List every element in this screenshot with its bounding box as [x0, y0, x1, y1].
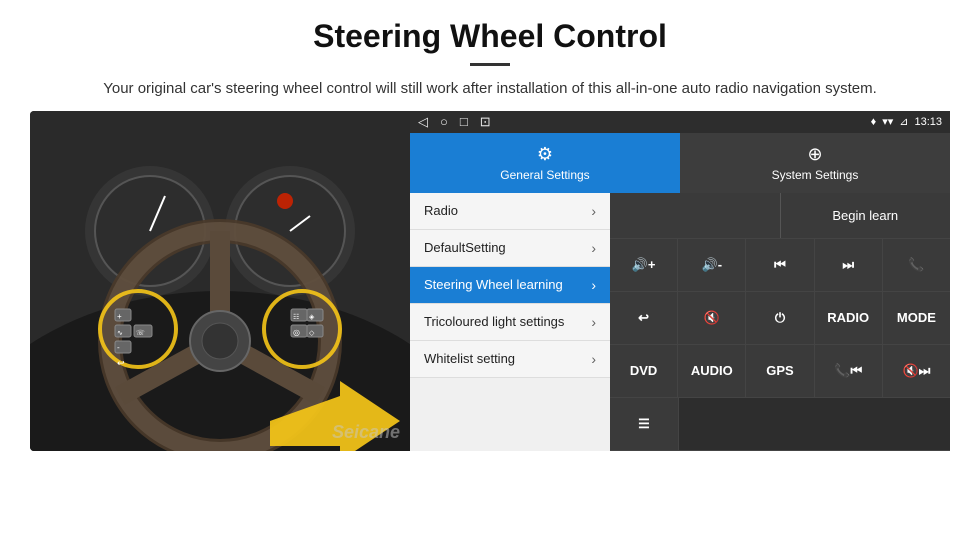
chevron-icon: ›: [591, 240, 596, 256]
prev-track-icon: ⏮: [774, 257, 786, 273]
gps-button[interactable]: GPS: [746, 345, 814, 397]
phone-icon: 📞: [908, 257, 924, 273]
page-subtitle: Your original car's steering wheel contr…: [40, 78, 940, 101]
menu-item-tricoloured-label: Tricoloured light settings: [424, 314, 564, 329]
menu-item-whitelist[interactable]: Whitelist setting ›: [410, 341, 610, 378]
menu-item-tricoloured[interactable]: Tricoloured light settings ›: [410, 304, 610, 341]
system-settings-icon: ⊕: [807, 144, 822, 165]
phone-prev-button[interactable]: 📞⏮: [815, 345, 883, 397]
vol-down-button[interactable]: 🔊-: [678, 239, 746, 291]
radio-button[interactable]: RADIO: [815, 292, 883, 344]
content-area: + ∿ - ↩ ☏ ☷ ◎ ◈ ◇ Seicane: [0, 111, 980, 451]
radio-label: RADIO: [827, 310, 869, 325]
controls-row-1: 🔊+ 🔊- ⏮ ⏭ 📞: [610, 239, 950, 292]
signal-icon: ▾▾: [882, 115, 893, 128]
menu-item-whitelist-label: Whitelist setting: [424, 351, 515, 366]
android-status-bar: ◁ ○ □ ⊡ ♦ ▾▾ ⊿ 13:13: [410, 111, 950, 133]
audio-button[interactable]: AUDIO: [678, 345, 746, 397]
menu-button[interactable]: ☰: [610, 398, 679, 450]
end-call-icon: ↩: [638, 310, 649, 326]
chevron-icon: ›: [591, 277, 596, 293]
menu-item-radio[interactable]: Radio ›: [410, 193, 610, 230]
nav-back-icon[interactable]: ◁: [418, 114, 428, 130]
phone-button[interactable]: 📞: [883, 239, 950, 291]
chevron-icon: ›: [591, 314, 596, 330]
watermark: Seicane: [332, 422, 400, 443]
empty-1: [679, 398, 950, 450]
time-display: 13:13: [914, 116, 942, 128]
menu-item-default-setting[interactable]: DefaultSetting ›: [410, 230, 610, 267]
mute-next-button[interactable]: 🔇⏭: [883, 345, 950, 397]
prev-track-button[interactable]: ⏮: [746, 239, 814, 291]
svg-text:☷: ☷: [293, 314, 299, 321]
blank-area: [610, 193, 781, 238]
vol-down-icon: 🔊-: [702, 257, 723, 273]
tab-general[interactable]: ⚙ General Settings: [410, 133, 680, 193]
controls-row-3: DVD AUDIO GPS 📞⏮ 🔇⏭: [610, 345, 950, 398]
gps-label: GPS: [766, 363, 793, 378]
status-nav: ◁ ○ □ ⊡: [418, 114, 491, 130]
svg-text:∿: ∿: [117, 330, 123, 337]
svg-text:◎: ◎: [293, 328, 300, 337]
mode-button[interactable]: MODE: [883, 292, 950, 344]
begin-learn-button[interactable]: Begin learn: [781, 193, 951, 238]
controls-row-4: ☰: [610, 398, 950, 451]
page-title: Steering Wheel Control: [40, 18, 940, 55]
phone-prev-icon: 📞⏮: [834, 363, 862, 379]
end-call-button[interactable]: ↩: [610, 292, 678, 344]
location-icon: ♦: [871, 116, 877, 128]
mute-icon: 🔇: [704, 310, 720, 326]
left-menu: Radio › DefaultSetting › Steering Wheel …: [410, 193, 610, 451]
wifi-icon: ⊿: [899, 115, 908, 128]
controls-row-2: ↩ 🔇 ⏻ RADIO MODE: [610, 292, 950, 345]
dvd-button[interactable]: DVD: [610, 345, 678, 397]
svg-text:☏: ☏: [136, 329, 145, 337]
menu-icon: ☰: [638, 416, 650, 432]
next-track-icon: ⏭: [842, 257, 854, 273]
power-icon: ⏻: [775, 310, 785, 326]
settings-tabs: ⚙ General Settings ⊕ System Settings: [410, 133, 950, 193]
menu-controls-area: Radio › DefaultSetting › Steering Wheel …: [410, 193, 950, 451]
chevron-icon: ›: [591, 351, 596, 367]
vol-up-icon: 🔊+: [632, 257, 656, 273]
next-track-button[interactable]: ⏭: [815, 239, 883, 291]
svg-text:+: +: [117, 312, 122, 321]
nav-menu-icon[interactable]: ⊡: [480, 114, 491, 130]
tab-system[interactable]: ⊕ System Settings: [680, 133, 950, 193]
vol-up-button[interactable]: 🔊+: [610, 239, 678, 291]
svg-text:-: -: [117, 343, 120, 352]
page-header: Steering Wheel Control Your original car…: [0, 0, 980, 111]
title-divider: [470, 63, 510, 66]
controls-grid: 🔊+ 🔊- ⏮ ⏭ 📞: [610, 239, 950, 451]
audio-label: AUDIO: [691, 363, 733, 378]
dvd-label: DVD: [630, 363, 657, 378]
mute-button[interactable]: 🔇: [678, 292, 746, 344]
svg-text:◈: ◈: [309, 314, 315, 321]
svg-text:↩: ↩: [117, 358, 125, 368]
nav-square-icon[interactable]: □: [460, 114, 468, 129]
mute-next-icon: 🔇⏭: [902, 363, 930, 379]
menu-item-steering-label: Steering Wheel learning: [424, 277, 563, 292]
mode-label: MODE: [897, 310, 936, 325]
menu-item-default-label: DefaultSetting: [424, 240, 506, 255]
steering-wheel-image: + ∿ - ↩ ☏ ☷ ◎ ◈ ◇ Seicane: [30, 111, 410, 451]
svg-text:◇: ◇: [309, 330, 315, 337]
power-button[interactable]: ⏻: [746, 292, 814, 344]
tab-system-label: System Settings: [772, 168, 859, 182]
chevron-icon: ›: [591, 203, 596, 219]
menu-item-radio-label: Radio: [424, 203, 458, 218]
status-right: ♦ ▾▾ ⊿ 13:13: [871, 115, 942, 128]
general-settings-icon: ⚙: [537, 144, 553, 165]
tab-general-label: General Settings: [500, 168, 589, 182]
menu-item-steering-wheel[interactable]: Steering Wheel learning ›: [410, 267, 610, 304]
nav-home-icon[interactable]: ○: [440, 114, 448, 129]
right-controls-panel: Begin learn 🔊+ 🔊- ⏮: [610, 193, 950, 451]
android-ui: ◁ ○ □ ⊡ ♦ ▾▾ ⊿ 13:13 ⚙ General Settings …: [410, 111, 950, 451]
top-row: Begin learn: [610, 193, 950, 239]
